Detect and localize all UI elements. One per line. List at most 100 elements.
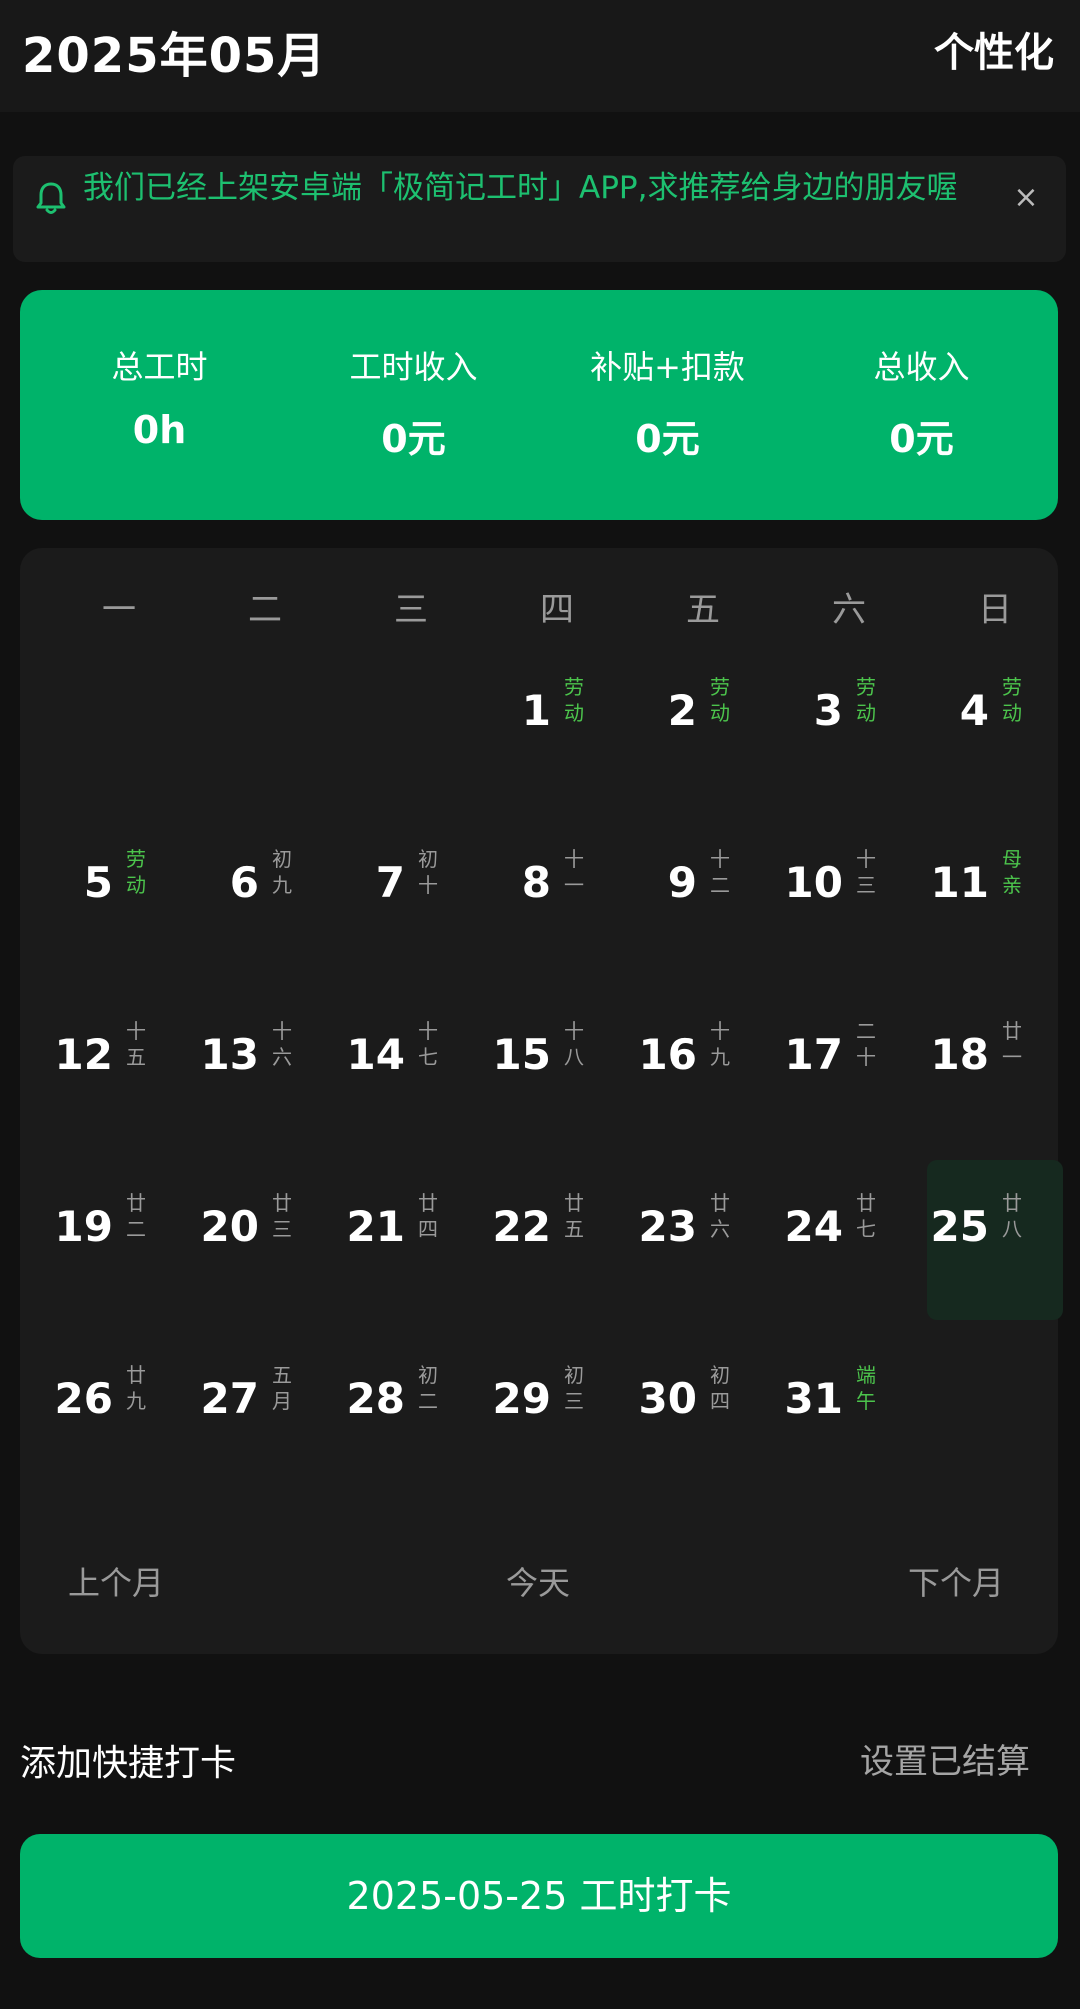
lunar-char: 十	[564, 1019, 584, 1043]
lunar-char: 初	[272, 847, 292, 871]
lunar-char: 十	[418, 873, 438, 897]
calendar-day[interactable]: 27 五月	[197, 1332, 333, 1492]
holiday-label: 劳动	[121, 846, 151, 898]
summary-total-hours[interactable]: 总工时 0h	[30, 290, 289, 520]
calendar-day[interactable]: 15 十八	[489, 988, 625, 1148]
calendar-day[interactable]: 22 廿五	[489, 1160, 625, 1320]
lunar-char: 端	[856, 1363, 876, 1387]
lunar-date: 廿八	[997, 1190, 1027, 1242]
lunar-char: 八	[1002, 1217, 1022, 1241]
calendar-day[interactable]: 16 十九	[635, 988, 771, 1148]
calendar-day[interactable]: 3劳动	[781, 644, 917, 804]
calendar: 一 二 三 四 五 六 日 上个月 今天 下个月 1劳动2劳动3劳动4劳动5劳动…	[20, 548, 1063, 1654]
calendar-day[interactable]: 20 廿三	[197, 1160, 333, 1320]
lunar-date: 二十	[851, 1018, 881, 1070]
summary-total-income[interactable]: 总收入 0元	[792, 290, 1051, 520]
summary-allowance-deduction[interactable]: 补贴+扣款 0元	[538, 290, 797, 520]
calendar-day[interactable]: 6初九	[197, 816, 333, 976]
summary-value: 0元	[381, 417, 446, 461]
day-number: 13	[200, 1030, 259, 1079]
day-number: 30	[638, 1374, 697, 1423]
weekday-label: 六	[832, 590, 866, 630]
calendar-day[interactable]: 13 十六	[197, 988, 333, 1148]
calendar-day[interactable]: 23 廿六	[635, 1160, 771, 1320]
calendar-day[interactable]: 25 廿八	[927, 1160, 1063, 1320]
day-number: 28	[346, 1374, 405, 1423]
lunar-char: 五	[564, 1217, 584, 1241]
lunar-char: 九	[126, 1389, 146, 1413]
summary-label: 总收入	[873, 348, 970, 386]
day-number: 22	[492, 1202, 551, 1251]
lunar-date: 五月	[267, 1362, 297, 1414]
punch-in-button[interactable]: 2025-05-25 工时打卡	[20, 1834, 1058, 1958]
calendar-day[interactable]: 8十一	[489, 816, 625, 976]
lunar-char: 八	[564, 1045, 584, 1069]
lunar-date: 廿七	[851, 1190, 881, 1242]
lunar-char: 十	[710, 847, 730, 871]
lunar-char: 九	[710, 1045, 730, 1069]
next-month-button[interactable]: 下个月	[908, 1558, 1004, 1604]
summary-label: 总工时	[111, 348, 208, 386]
weekday-label: 三	[394, 590, 428, 630]
lunar-date: 廿三	[267, 1190, 297, 1242]
calendar-day[interactable]: 11 母亲	[927, 816, 1063, 976]
lunar-date: 十七	[413, 1018, 443, 1070]
calendar-day[interactable]: 14 十七	[343, 988, 479, 1148]
bell-icon	[36, 182, 66, 214]
calendar-day[interactable]: 1劳动	[489, 644, 625, 804]
lunar-date: 廿九	[121, 1362, 151, 1414]
calendar-day[interactable]: 18 廿一	[927, 988, 1063, 1148]
holiday-label: 端午	[851, 1362, 881, 1414]
lunar-char: 廿	[1002, 1019, 1022, 1043]
weekday-label: 四	[540, 590, 574, 630]
calendar-day[interactable]: 4劳动	[927, 644, 1063, 804]
calendar-day[interactable]: 29 初三	[489, 1332, 625, 1492]
lunar-char: 十	[856, 1045, 876, 1069]
lunar-date: 廿六	[705, 1190, 735, 1242]
day-number: 27	[200, 1374, 259, 1423]
lunar-char: 六	[710, 1217, 730, 1241]
lunar-char: 五	[126, 1045, 146, 1069]
lunar-char: 七	[418, 1045, 438, 1069]
day-number: 4	[959, 686, 989, 735]
day-number: 9	[667, 858, 697, 907]
personalize-button[interactable]: 个性化	[934, 20, 1054, 78]
today-button[interactable]: 今天	[506, 1558, 570, 1604]
day-number: 23	[638, 1202, 697, 1251]
calendar-day[interactable]: 31 端午	[781, 1332, 917, 1492]
calendar-day[interactable]: 17 二十	[781, 988, 917, 1148]
day-number: 3	[813, 686, 843, 735]
set-settled-button[interactable]: 设置已结算	[860, 1734, 1030, 1783]
lunar-char: 初	[418, 847, 438, 871]
month-title[interactable]: 2025年05月	[22, 16, 326, 86]
calendar-day[interactable]: 30 初四	[635, 1332, 771, 1492]
calendar-day[interactable]: 10 十三	[781, 816, 917, 976]
close-icon[interactable]: ×	[1006, 178, 1046, 218]
weekday-label: 一	[102, 590, 136, 630]
lunar-char: 劳	[856, 675, 876, 699]
summary-value: 0h	[132, 408, 187, 452]
calendar-day[interactable]: 19 廿二	[51, 1160, 187, 1320]
prev-month-button[interactable]: 上个月	[68, 1558, 164, 1604]
day-number: 31	[784, 1374, 843, 1423]
lunar-char: 二	[710, 873, 730, 897]
calendar-day[interactable]: 26 廿九	[51, 1332, 187, 1492]
lunar-date: 十八	[559, 1018, 589, 1070]
lunar-date: 初二	[413, 1362, 443, 1414]
day-number: 14	[346, 1030, 405, 1079]
calendar-day[interactable]: 24 廿七	[781, 1160, 917, 1320]
add-quick-punch-button[interactable]: 添加快捷打卡	[20, 1734, 236, 1786]
calendar-day[interactable]: 9十二	[635, 816, 771, 976]
calendar-day[interactable]: 5劳动	[51, 816, 187, 976]
calendar-day[interactable]: 28 初二	[343, 1332, 479, 1492]
lunar-char: 劳	[126, 847, 146, 871]
calendar-day[interactable]: 2劳动	[635, 644, 771, 804]
lunar-char: 动	[564, 701, 584, 725]
lunar-date: 十二	[705, 846, 735, 898]
calendar-day[interactable]: 12 十五	[51, 988, 187, 1148]
day-number: 21	[346, 1202, 405, 1251]
lunar-char: 七	[856, 1217, 876, 1241]
calendar-day[interactable]: 7初十	[343, 816, 479, 976]
summary-hour-income[interactable]: 工时收入 0元	[284, 290, 543, 520]
calendar-day[interactable]: 21 廿四	[343, 1160, 479, 1320]
